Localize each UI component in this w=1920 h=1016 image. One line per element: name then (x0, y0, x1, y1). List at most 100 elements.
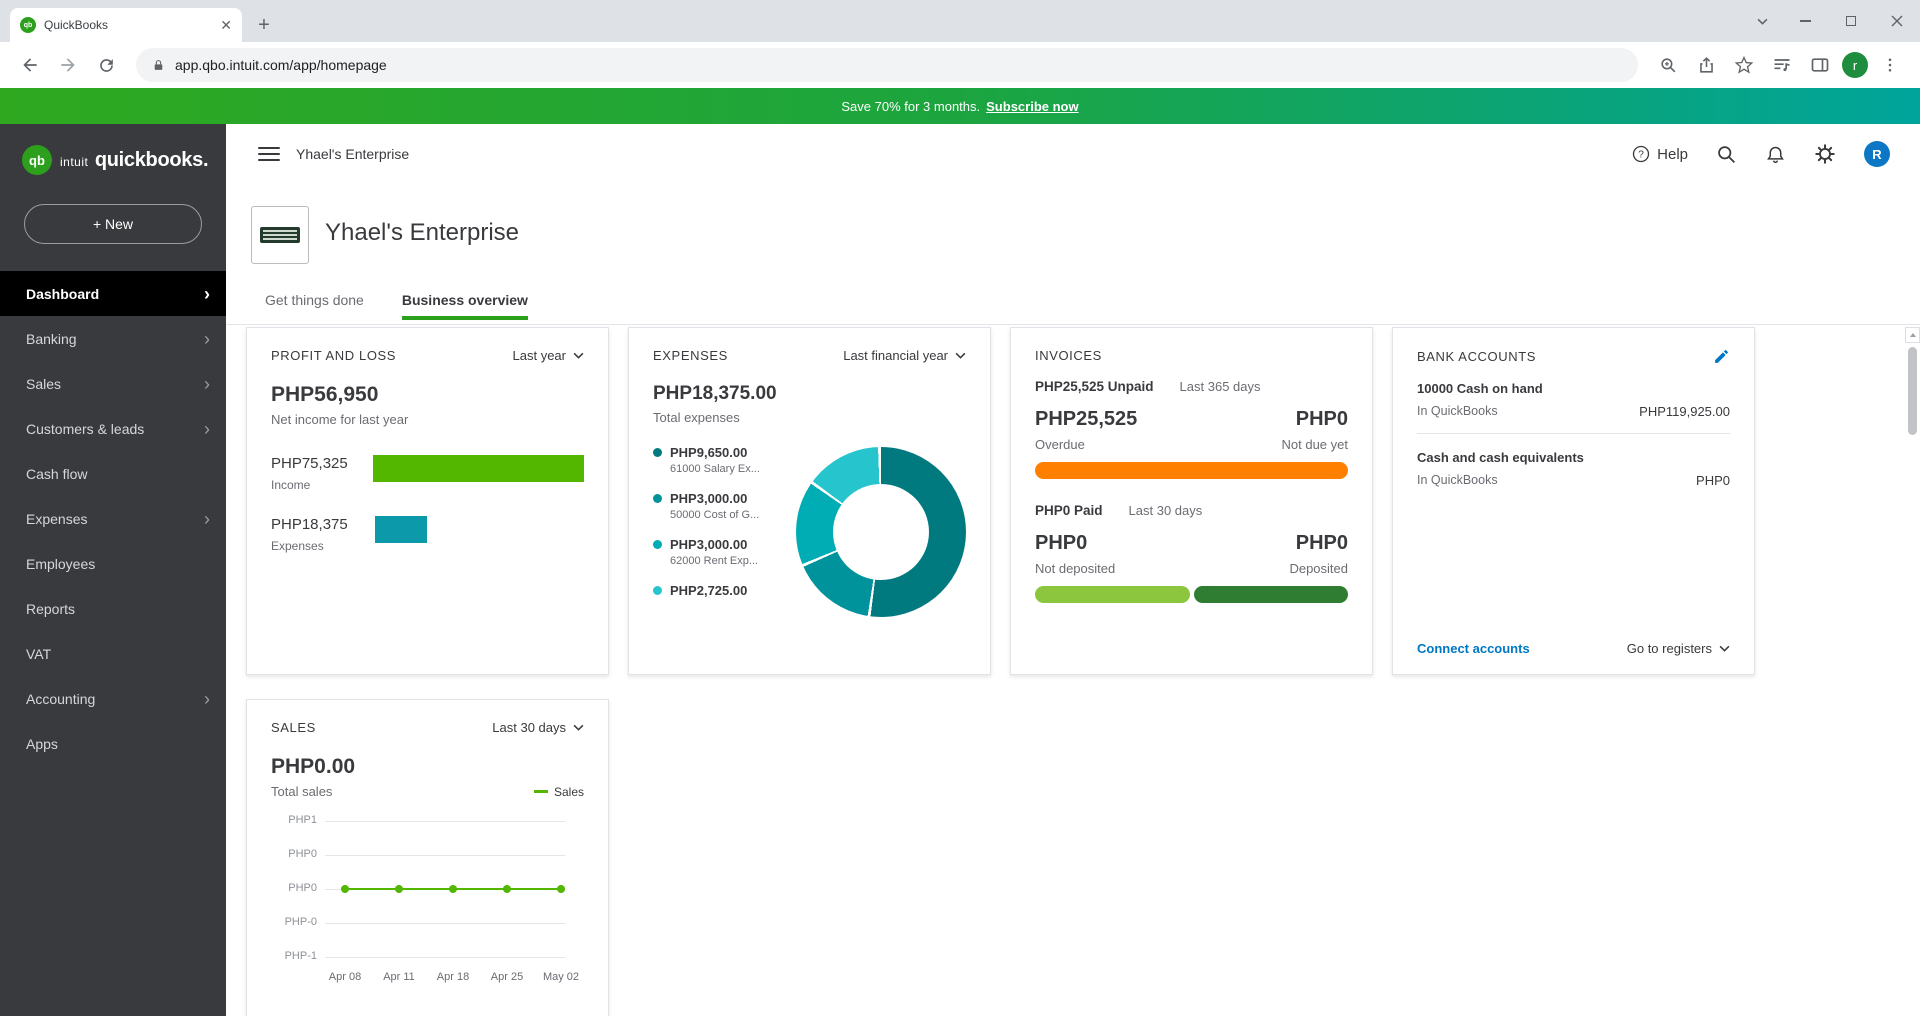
card-title: INVOICES (1035, 348, 1102, 363)
browser-toolbar: app.qbo.intuit.com/app/homepage r (0, 42, 1920, 88)
refresh-button[interactable] (90, 49, 122, 81)
account-balance: PHP0 (1696, 473, 1730, 488)
settings-gear-icon[interactable] (1814, 143, 1836, 165)
account-source: In QuickBooks (1417, 473, 1498, 488)
sales-period-dropdown[interactable]: Last 30 days (492, 720, 584, 735)
sidebar-item-label: Sales (26, 376, 61, 392)
zoom-icon[interactable] (1652, 49, 1684, 81)
paid-bars[interactable] (1035, 586, 1348, 603)
account-source: In QuickBooks (1417, 404, 1498, 419)
legend-sublabel: 61000 Salary Ex... (670, 463, 796, 475)
notifications-bell-icon[interactable] (1765, 144, 1786, 165)
sidebar-item-label: Customers & leads (26, 421, 144, 437)
legend-value: PHP9,650.00 (670, 445, 747, 460)
expenses-donut-chart[interactable] (796, 447, 966, 617)
scrollbar-thumb[interactable] (1908, 347, 1917, 435)
expenses-card: EXPENSES Last financial year PHP18,375.0… (628, 327, 991, 675)
data-point[interactable] (341, 885, 349, 893)
chevron-right-icon: › (204, 420, 210, 438)
browser-tabstrip: qb QuickBooks ✕ + (0, 0, 1920, 42)
tab-get-things-done[interactable]: Get things done (265, 292, 364, 320)
sidebar-item-cash-flow[interactable]: Cash flow (0, 451, 226, 496)
sidebar-nav: Dashboard› Banking› Sales› Customers & l… (0, 271, 226, 766)
brand-prefix: intuit (60, 155, 88, 169)
app-topbar: Yhael's Enterprise ? Help R (226, 124, 1920, 184)
data-point[interactable] (449, 885, 457, 893)
edit-pencil-icon[interactable] (1713, 348, 1730, 365)
sidebar-item-sales[interactable]: Sales› (0, 361, 226, 406)
profit-loss-period-dropdown[interactable]: Last year (513, 348, 584, 363)
sidebar-item-customers-leads[interactable]: Customers & leads › (0, 406, 226, 451)
legend-item[interactable]: PHP3,000.00 50000 Cost of G... (653, 491, 796, 521)
sidebar-item-expenses[interactable]: Expenses› (0, 496, 226, 541)
sidebar-item-dashboard[interactable]: Dashboard› (0, 271, 226, 316)
address-bar[interactable]: app.qbo.intuit.com/app/homepage (136, 48, 1638, 82)
overdue-bar[interactable] (1035, 462, 1348, 479)
data-point[interactable] (557, 885, 565, 893)
tab-search-chevron-icon[interactable] (1742, 18, 1782, 25)
window-maximize-button[interactable] (1828, 0, 1874, 42)
sidebar-item-reports[interactable]: Reports (0, 586, 226, 631)
window-minimize-button[interactable] (1782, 0, 1828, 42)
topbar-company-name: Yhael's Enterprise (296, 146, 409, 162)
go-to-registers-dropdown[interactable]: Go to registers (1627, 641, 1730, 656)
window-close-button[interactable] (1874, 0, 1920, 42)
scroll-up-arrow[interactable] (1905, 327, 1920, 343)
media-controls-icon[interactable] (1766, 49, 1798, 81)
legend-item[interactable]: PHP3,000.00 62000 Rent Exp... (653, 537, 796, 567)
subscribe-now-link[interactable]: Subscribe now (986, 99, 1078, 114)
x-axis-tick: Apr 08 (329, 971, 361, 983)
legend-value: PHP3,000.00 (670, 537, 747, 552)
tab-close-icon[interactable]: ✕ (220, 18, 232, 32)
paid-headline[interactable]: PHP0 Paid (1035, 503, 1103, 518)
legend-item[interactable]: PHP9,650.00 61000 Salary Ex... (653, 445, 796, 475)
legend-value: PHP2,725.00 (670, 583, 747, 598)
user-avatar[interactable]: R (1864, 141, 1890, 167)
legend-item[interactable]: PHP2,725.00 (653, 583, 796, 613)
unpaid-headline[interactable]: PHP25,525 Unpaid (1035, 379, 1154, 394)
browser-menu-kebab-icon[interactable] (1874, 49, 1906, 81)
brand-name: quickbooks. (95, 149, 208, 171)
back-button[interactable] (14, 49, 46, 81)
data-point[interactable] (503, 885, 511, 893)
content-scrollbar[interactable] (1905, 327, 1920, 1016)
expenses-period-dropdown[interactable]: Last financial year (843, 348, 966, 363)
connect-accounts-link[interactable]: Connect accounts (1417, 641, 1530, 656)
sidebar-item-vat[interactable]: VAT (0, 631, 226, 676)
share-icon[interactable] (1690, 49, 1722, 81)
page-title: Yhael's Enterprise (325, 219, 519, 247)
legend-label: Sales (554, 785, 584, 799)
income-bar[interactable] (373, 455, 584, 482)
chevron-right-icon: › (204, 330, 210, 348)
company-logo (251, 206, 309, 264)
forward-button[interactable] (52, 49, 84, 81)
promo-banner: Save 70% for 3 months. Subscribe now (0, 88, 1920, 124)
sidebar-item-employees[interactable]: Employees (0, 541, 226, 586)
bookmark-star-icon[interactable] (1728, 49, 1760, 81)
tab-business-overview[interactable]: Business overview (402, 292, 528, 320)
browser-profile-avatar[interactable]: r (1842, 52, 1868, 78)
not-deposited-bar (1035, 586, 1190, 603)
qb-logo-icon: qb (22, 145, 52, 175)
data-point[interactable] (395, 885, 403, 893)
overdue-label: Overdue (1035, 437, 1085, 452)
account-name[interactable]: 10000 Cash on hand (1417, 381, 1730, 396)
side-panel-icon[interactable] (1804, 49, 1836, 81)
help-button[interactable]: ? Help (1631, 144, 1688, 164)
legend-value: PHP3,000.00 (670, 491, 747, 506)
new-tab-button[interactable]: + (250, 11, 278, 39)
divider (1417, 433, 1730, 434)
account-balance: PHP119,925.00 (1639, 404, 1730, 419)
hamburger-menu-icon[interactable] (258, 147, 280, 161)
browser-tab[interactable]: qb QuickBooks ✕ (10, 8, 242, 42)
expenses-bar[interactable] (375, 516, 427, 543)
sales-line-chart[interactable]: PHP1PHP0PHP0PHP-0PHP-1Apr 08Apr 11Apr 18… (271, 815, 584, 1000)
new-button[interactable]: + New (24, 204, 202, 244)
page-tabs: Get things done Business overview (265, 292, 528, 320)
search-icon[interactable] (1716, 144, 1737, 165)
sidebar-item-apps[interactable]: Apps (0, 721, 226, 766)
sidebar-item-accounting[interactable]: Accounting› (0, 676, 226, 721)
not-deposited-amount: PHP0 (1035, 532, 1087, 555)
account-name[interactable]: Cash and cash equivalents (1417, 450, 1730, 465)
sidebar-item-banking[interactable]: Banking› (0, 316, 226, 361)
